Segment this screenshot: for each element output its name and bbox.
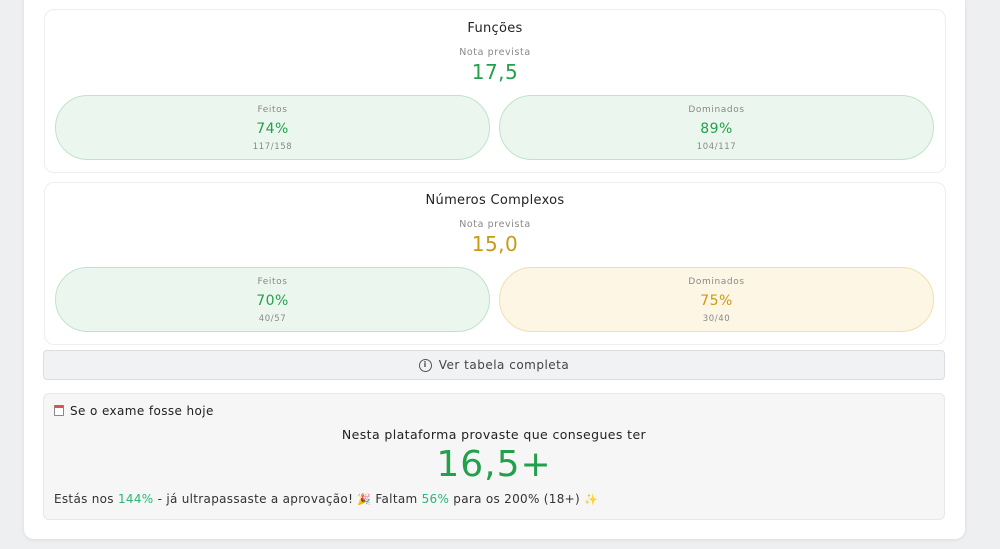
nota-prevista-value: 17,5 bbox=[471, 60, 519, 84]
exam-heading-row: Se o exame fosse hoje bbox=[54, 404, 214, 418]
module-title: Funções bbox=[467, 21, 523, 36]
view-full-table-label: Ver tabela completa bbox=[438, 358, 570, 372]
exam-line-remaining-percent: 56% bbox=[421, 492, 450, 506]
dominados-pill: Dominados 89% 104/117 bbox=[499, 95, 934, 160]
feitos-count: 117/158 bbox=[252, 142, 293, 152]
exam-subtitle: Nesta plataforma provaste que consegues … bbox=[341, 427, 647, 442]
dominados-percent: 89% bbox=[700, 121, 733, 137]
exam-heading: Se o exame fosse hoje bbox=[70, 404, 214, 418]
dominados-label: Dominados bbox=[688, 105, 745, 115]
feitos-label: Feitos bbox=[257, 277, 288, 287]
module-title: Números Complexos bbox=[425, 193, 565, 208]
exam-line-suffix: para os 200% (18+) bbox=[449, 492, 585, 506]
nota-prevista-label: Nota prevista bbox=[459, 47, 531, 58]
sparkles-icon: ✨ bbox=[584, 493, 599, 506]
dominados-count: 30/40 bbox=[702, 314, 731, 324]
feitos-percent: 70% bbox=[256, 293, 289, 309]
nota-prevista-label: Nota prevista bbox=[459, 219, 531, 230]
exam-today-section: Se o exame fosse hoje Nesta plataforma p… bbox=[43, 393, 945, 520]
feitos-label: Feitos bbox=[257, 105, 288, 115]
feitos-pill: Feitos 70% 40/57 bbox=[55, 267, 490, 332]
feitos-percent: 74% bbox=[256, 121, 289, 137]
module-card-funcoes: Funções Nota prevista 17,5 Feitos 74% 11… bbox=[44, 9, 946, 173]
feitos-count: 40/57 bbox=[258, 314, 287, 324]
dominados-count: 104/117 bbox=[696, 142, 737, 152]
dominados-pill: Dominados 75% 30/40 bbox=[499, 267, 934, 332]
exam-line-prefix: Estás nos bbox=[54, 492, 118, 506]
party-icon: 🎉 bbox=[357, 493, 372, 506]
feitos-pill: Feitos 74% 117/158 bbox=[55, 95, 490, 160]
exam-line-faltam: Faltam bbox=[371, 492, 422, 506]
info-circle-icon: i bbox=[418, 358, 432, 372]
dominados-percent: 75% bbox=[700, 293, 733, 309]
exam-progress-line: Estás nos 144% - já ultrapassaste a apro… bbox=[54, 492, 598, 506]
exam-line-percent: 144% bbox=[117, 492, 154, 506]
module-card-numeros-complexos: Números Complexos Nota prevista 15,0 Fei… bbox=[44, 182, 946, 345]
exam-line-middle: - já ultrapassaste a aprovação! bbox=[153, 492, 358, 506]
exam-predicted-grade: 16,5+ bbox=[436, 444, 552, 485]
calendar-icon bbox=[54, 405, 64, 416]
nota-prevista-value: 15,0 bbox=[471, 232, 519, 256]
view-full-table-button[interactable]: i Ver tabela completa bbox=[43, 350, 945, 380]
dominados-label: Dominados bbox=[688, 277, 745, 287]
